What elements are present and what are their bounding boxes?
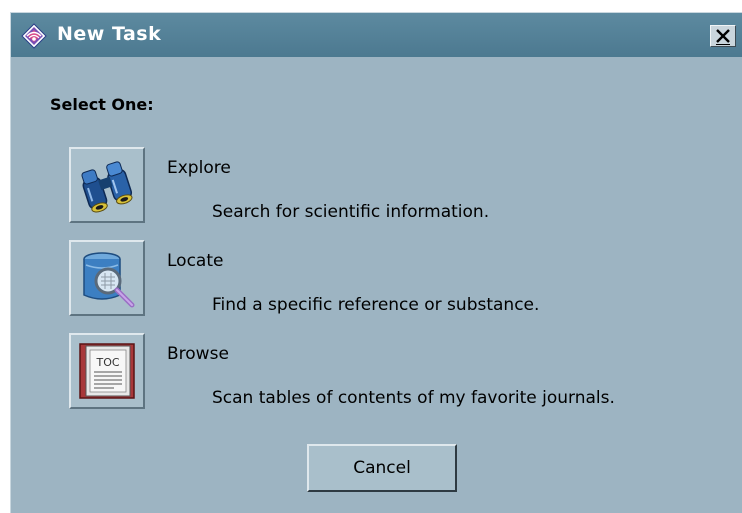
close-mnemonic-underline xyxy=(716,44,730,45)
explore-button[interactable] xyxy=(69,147,145,223)
window-title: New Task xyxy=(57,23,162,45)
browse-description: Scan tables of contents of my favorite j… xyxy=(212,388,615,408)
explore-title[interactable]: Explore xyxy=(167,158,231,178)
locate-button[interactable] xyxy=(69,240,145,316)
binoculars-icon xyxy=(81,161,133,213)
database-search-icon xyxy=(83,252,135,308)
title-bar[interactable]: New Task xyxy=(11,13,742,57)
browse-title[interactable]: Browse xyxy=(167,344,229,364)
browse-button[interactable]: TOC xyxy=(69,333,145,409)
close-button[interactable] xyxy=(710,25,736,47)
cancel-button[interactable]: Cancel xyxy=(307,444,457,492)
locate-title[interactable]: Locate xyxy=(167,251,223,271)
diamond-logo-icon xyxy=(21,23,47,49)
close-icon xyxy=(716,29,730,43)
locate-description: Find a specific reference or substance. xyxy=(212,295,540,315)
select-one-heading: Select One: xyxy=(50,95,154,114)
new-task-dialog: New Task Select One: Explore Search for … xyxy=(10,12,742,513)
toc-icon-label: TOC xyxy=(95,356,119,369)
explore-description: Search for scientific information. xyxy=(212,202,490,222)
toc-book-icon: TOC xyxy=(79,343,135,399)
